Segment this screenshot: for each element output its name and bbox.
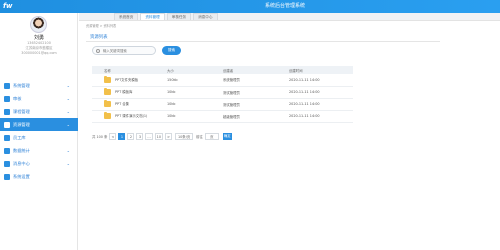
col-name[interactable]: 名称 (92, 66, 164, 74)
folder-icon (104, 112, 111, 119)
page-ellipsis[interactable]: ... (145, 133, 153, 140)
menu-label: 消息中心 (13, 160, 30, 166)
file-name: PPT 模板库 (115, 90, 133, 94)
total-count: 共 100 条 (92, 135, 108, 139)
col-creator[interactable]: 创建者 (220, 66, 286, 74)
page-3[interactable]: 3 (136, 133, 144, 140)
folder-icon (104, 88, 111, 95)
menu-item-review[interactable]: 审核 ⌄ (0, 92, 78, 105)
chevron-down-icon: ⌄ (66, 96, 70, 101)
cell-size: 10kb (164, 86, 220, 99)
search-button[interactable]: 搜索 (162, 46, 181, 55)
chevron-down-icon: ⌄ (66, 161, 70, 166)
user-name: 刘勇 (33, 35, 44, 41)
table-row[interactable]: PPT 课件演示文档(1) 10kb 超级管理员 2020-11-11 14:0… (92, 110, 353, 123)
menu-item-course[interactable]: 课程管理 ⌄ (0, 105, 78, 118)
menu-label: 系统管理 (13, 82, 30, 88)
settings-icon (4, 173, 10, 180)
goto-page-input[interactable]: 页 (204, 133, 219, 140)
cell-created: 2020-11-11 14:00 (286, 98, 353, 111)
sidebar: 刘勇 13652402100 江苏南京市鼓楼区 300000001@qq.com… (0, 13, 78, 250)
cell-created: 2020-11-11 14:00 (286, 74, 353, 87)
menu-item-messages[interactable]: 消息中心 ⌄ (0, 157, 78, 170)
chevron-down-icon: ⌄ (66, 122, 70, 127)
tab-materials[interactable]: 资料管理 (140, 13, 165, 20)
page-10[interactable]: 10 (154, 133, 163, 140)
menu-item-resource[interactable]: 资源管理 ⌄ (0, 118, 78, 131)
cell-name[interactable]: PPT 模板库 (92, 86, 164, 99)
menu-item-settings[interactable]: 系统设置 (0, 170, 78, 183)
divider (86, 41, 440, 42)
resource-icon (4, 121, 10, 128)
cell-size: 10kb (164, 110, 220, 123)
cell-name[interactable]: PPT 课件演示文档(1) (92, 110, 164, 123)
per-page-select[interactable]: 10条/页 (174, 133, 193, 140)
course-icon (4, 108, 10, 115)
file-name: PPT 合集 (115, 102, 130, 106)
menu-label: 课程管理 (13, 108, 30, 114)
cell-name[interactable]: PPT 合集 (92, 98, 164, 111)
prev-page-button[interactable]: < (109, 133, 117, 140)
chevron-down-icon: ⌄ (66, 148, 70, 153)
page-2[interactable]: 2 (127, 133, 135, 140)
cell-size: 10kb (164, 98, 220, 111)
cell-creator: 测试管理员 (220, 98, 286, 111)
cell-size: 150kb (164, 74, 220, 87)
pagination: 共 100 条 < 1 2 3 ... 10 > 10条/页 前往 页 确定 (92, 133, 232, 140)
table-row[interactable]: PPT 模板库 10kb 测试管理员 2020-11-11 14:00 (92, 86, 353, 99)
folder-icon (104, 75, 111, 83)
avatar[interactable] (30, 16, 47, 33)
app-title: 系统后台管理系统 (264, 3, 305, 9)
cell-created: 2020-11-11 14:00 (286, 86, 353, 99)
cell-creator: 系统管理员 (220, 74, 286, 87)
menu-label: 员工库 (13, 134, 26, 140)
menu-label: 审核 (13, 95, 22, 101)
cell-created: 2020-11-11 14:00 (286, 110, 353, 123)
cell-name[interactable]: PPT文件夹模板 (92, 74, 164, 87)
col-created[interactable]: 创建时间 (286, 66, 353, 74)
table-row[interactable]: PPT文件夹模板 150kb 系统管理员 2020-11-11 14:00 (92, 74, 353, 87)
file-name: PPT文件夹模板 (115, 77, 139, 82)
menu-label: 数据统计 (13, 147, 30, 153)
user-email: 300000001@qq.com (21, 51, 57, 55)
chevron-down-icon: ⌄ (66, 83, 70, 88)
message-icon (4, 160, 10, 167)
cell-creator: 超级管理员 (220, 110, 286, 123)
top-bar: fw 系统后台管理系统 (0, 0, 500, 13)
goto-label: 前往 (195, 135, 203, 139)
breadcrumb: 资源管理 > 资料列表 (86, 24, 117, 28)
folder-icon (104, 100, 111, 107)
side-menu: 系统管理 ⌄ 审核 ⌄ 课程管理 ⌄ 资源管理 ⌄ 员工库 数据统计 ⌄ 消息中心 ⌄ 系统… (0, 79, 78, 183)
table-row[interactable]: PPT 合集 10kb 测试管理员 2020-11-11 14:00 (92, 98, 353, 111)
menu-label: 资源管理 (13, 121, 30, 127)
search-input[interactable] (103, 48, 153, 53)
next-page-button[interactable]: > (164, 133, 172, 140)
cell-creator: 测试管理员 (220, 86, 286, 99)
menu-item-stats[interactable]: 数据统计 ⌄ (0, 144, 78, 157)
menu-label: 系统设置 (13, 173, 30, 179)
stats-icon (4, 147, 10, 154)
system-icon (4, 82, 10, 89)
section-title: 资源列表 (90, 35, 108, 40)
search-box[interactable] (92, 46, 156, 55)
chevron-down-icon: ⌄ (66, 109, 70, 114)
search-icon (96, 48, 100, 53)
menu-item-system[interactable]: 系统管理 ⌄ (0, 79, 78, 92)
table-header-row: 名称 大小 创建者 创建时间 (92, 66, 353, 74)
col-size[interactable]: 大小 (164, 66, 220, 74)
staff-icon (4, 134, 10, 141)
menu-item-staff[interactable]: 员工库 (0, 131, 78, 144)
resource-table: 名称 大小 创建者 创建时间 PPT文件夹模板 150kb 系统管理员 2020… (92, 66, 353, 123)
file-name: PPT 课件演示文档(1) (115, 114, 148, 118)
app-root: fw 系统后台管理系统 刘勇 13652402100 江苏南京市鼓楼区 3000… (0, 0, 500, 250)
tab-home[interactable]: 系统首页 (114, 13, 139, 20)
goto-confirm-button[interactable]: 确定 (222, 133, 232, 140)
tab-bar: 系统首页 资料管理 审核任务 消息中心 (79, 13, 500, 21)
tab-review-tasks[interactable]: 审核任务 (166, 13, 192, 20)
page-1[interactable]: 1 (118, 133, 126, 140)
review-icon (4, 95, 10, 102)
tab-messages[interactable]: 消息中心 (193, 13, 218, 20)
